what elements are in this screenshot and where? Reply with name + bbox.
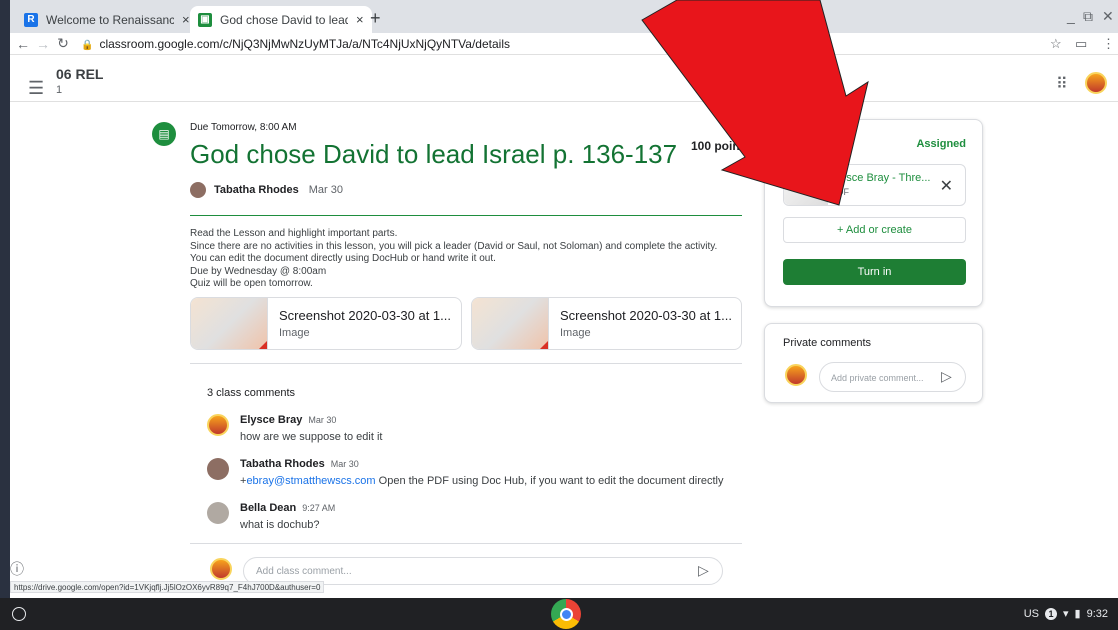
bookmark-star-icon[interactable]: ☆: [1050, 36, 1062, 52]
reload-icon[interactable]: ↻: [53, 35, 73, 52]
private-comments-card: Private comments Add private comment... …: [764, 323, 983, 403]
new-tab-icon[interactable]: +: [370, 8, 381, 29]
author-avatar: [190, 182, 206, 198]
header-divider: [10, 101, 1118, 102]
your-work-card: ork Assigned Elysce Bray - Thre... PDF ✕…: [764, 119, 983, 307]
clock: 9:32: [1086, 607, 1108, 620]
my-avatar: [785, 364, 807, 386]
attachment-type: Image: [560, 327, 591, 339]
classroom-header: ☰ 06 REL 1 ⠿: [10, 56, 1118, 102]
commenter-avatar: [207, 458, 229, 480]
file-type: PDF: [831, 187, 849, 197]
commenter-avatar: [207, 502, 229, 524]
forward-icon[interactable]: →: [33, 36, 53, 52]
commenter-name: Tabatha Rhodes: [240, 458, 325, 470]
hamburger-menu-icon[interactable]: ☰: [28, 78, 44, 99]
back-icon[interactable]: ←: [13, 36, 33, 52]
comment-text: how are we suppose to edit it: [240, 431, 383, 443]
comment-date: Mar 30: [330, 459, 359, 469]
tab-renaissance[interactable]: R Welcome to Renaissance Place ×: [16, 6, 198, 33]
lock-icon: 🔒: [81, 39, 94, 51]
attachment-card[interactable]: Screenshot 2020-03-30 at 1... Image: [471, 297, 742, 350]
status-bubble-url: https://drive.google.com/open?id=1VKjqfl…: [10, 581, 325, 593]
attached-file[interactable]: Elysce Bray - Thre... PDF ✕: [783, 164, 966, 206]
os-shelf: US 1 ▾ ▮ 9:32: [0, 598, 1118, 630]
my-avatar: [210, 558, 232, 580]
commenter-avatar: [207, 414, 229, 436]
assignment-title: God chose David to lead Israel p. 136-13…: [190, 139, 678, 169]
comment-input-divider: [190, 543, 742, 544]
url-text: classroom.google.com/c/NjQ3NjMwNzUyMTJa/…: [99, 36, 510, 51]
notification-badge: 1: [1044, 607, 1057, 620]
minimize-icon[interactable]: _: [1067, 8, 1075, 24]
url-field[interactable]: 🔒 classroom.google.com/c/NjQ3NjMwNzUyMTJa…: [81, 37, 510, 51]
title-divider: [190, 215, 742, 216]
comment-date: Mar 30: [308, 415, 337, 425]
battery-icon: ▮: [1074, 608, 1081, 620]
help-icon[interactable]: ⓘ: [10, 559, 24, 579]
file-thumbnail: [784, 165, 828, 205]
renaissance-icon: R: [24, 12, 38, 27]
menu-icon[interactable]: ⋮: [1102, 36, 1115, 52]
attachment-name: Screenshot 2020-03-30 at 1...: [560, 308, 733, 323]
system-tray[interactable]: US 1 ▾ ▮ 9:32: [1024, 607, 1108, 620]
turn-in-button[interactable]: Turn in: [783, 259, 966, 285]
address-bar: ← → ↻ 🔒 classroom.google.com/c/NjQ3NjMwNz…: [10, 33, 1118, 55]
comment-item: Bella Dean 9:27 AM what is dochub?: [207, 502, 335, 531]
desktop-background: [0, 0, 10, 600]
comment-item: Elysce Bray Mar 30 how are we suppose to …: [207, 414, 382, 443]
assignment-author: Tabatha Rhodes Mar 30: [190, 182, 343, 198]
tab-strip: R Welcome to Renaissance Place × ▣ God c…: [10, 0, 1118, 33]
author-name: Tabatha Rhodes: [214, 184, 299, 196]
file-name: Elysce Bray - Thre...: [831, 172, 931, 184]
assignment-icon: ▤: [152, 122, 176, 146]
comment-item: Tabatha Rhodes Mar 30 +ebray@stmatthewscs…: [207, 458, 724, 487]
commenter-name: Bella Dean: [240, 502, 297, 514]
close-window-icon[interactable]: ✕: [1102, 8, 1114, 25]
work-status: Assigned: [916, 138, 966, 150]
email-link[interactable]: ebray@stmatthewscs.com: [246, 475, 375, 487]
class-section: 1: [56, 84, 63, 96]
class-name[interactable]: 06 REL: [56, 66, 103, 82]
classroom-icon: ▣: [198, 12, 212, 27]
tab-classroom[interactable]: ▣ God chose David to lead Israel p ×: [190, 6, 372, 33]
account-avatar[interactable]: [1085, 72, 1107, 94]
comment-text: what is dochub?: [240, 519, 320, 531]
assignment-points: 100 points: [691, 139, 751, 153]
class-comments-count[interactable]: 3 class comments: [207, 387, 295, 399]
attachment-name: Screenshot 2020-03-30 at 1...: [279, 308, 452, 323]
close-tab-icon[interactable]: ×: [356, 12, 364, 27]
comment-text: +ebray@stmatthewscs.com Open the PDF usi…: [240, 475, 724, 487]
attachment-thumbnail: [191, 298, 268, 349]
chrome-icon[interactable]: [551, 599, 581, 629]
browser-window: R Welcome to Renaissance Place × ▣ God c…: [10, 0, 1118, 598]
add-or-create-button[interactable]: + Add or create: [783, 217, 966, 243]
google-apps-icon[interactable]: ⠿: [1056, 74, 1068, 94]
send-icon[interactable]: ▷: [698, 562, 709, 579]
attachment-thumbnail: [472, 298, 549, 349]
attachment-type: Image: [279, 327, 310, 339]
post-date: Mar 30: [308, 184, 344, 196]
locale-indicator: US: [1023, 607, 1039, 620]
private-comments-title: Private comments: [783, 337, 872, 349]
close-tab-icon[interactable]: ×: [182, 12, 190, 27]
send-icon[interactable]: ▷: [941, 368, 952, 385]
attachment-card[interactable]: Screenshot 2020-03-30 at 1... Image: [190, 297, 462, 350]
comment-body: Open the PDF using Doc Hub, if you want …: [375, 475, 724, 487]
tab-title: God chose David to lead Israel p: [220, 12, 348, 27]
your-work-title: ork: [823, 139, 846, 156]
cast-icon[interactable]: ▭: [1075, 36, 1087, 52]
comments-divider: [190, 363, 742, 364]
assignment-description: Read the Lesson and highlight important …: [190, 228, 718, 290]
commenter-name: Elysce Bray: [240, 414, 303, 426]
comment-date: 9:27 AM: [302, 503, 336, 513]
launcher-icon[interactable]: [12, 607, 26, 621]
restore-icon[interactable]: ⧉: [1083, 8, 1093, 25]
tab-title: Welcome to Renaissance Place: [46, 12, 174, 27]
remove-file-icon[interactable]: ✕: [940, 176, 953, 196]
wifi-icon: ▾: [1062, 608, 1069, 620]
due-date: Due Tomorrow, 8:00 AM: [190, 122, 297, 133]
